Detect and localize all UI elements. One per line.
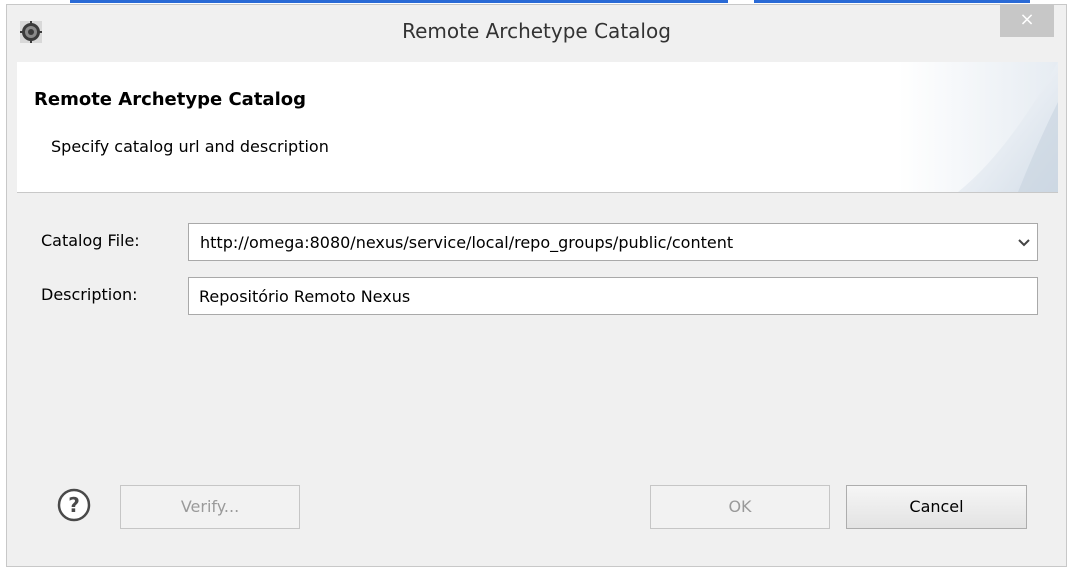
chevron-down-icon[interactable] [1017,236,1031,250]
catalog-file-value: http://omega:8080/nexus/service/local/re… [200,233,734,252]
verify-button[interactable]: Verify... [120,485,300,529]
cancel-button[interactable]: Cancel [846,485,1027,529]
dialog-window: Remote Archetype Catalog × Remote Archet… [6,4,1067,567]
description-label: Description: [41,285,138,304]
ok-button[interactable]: OK [650,485,830,529]
svg-text:?: ? [68,493,80,517]
title-bar[interactable]: Remote Archetype Catalog × [7,5,1066,58]
page-title: Remote Archetype Catalog [34,89,306,110]
top-link-underline [70,0,1030,3]
help-icon[interactable]: ? [57,488,91,522]
banner-decoration [898,62,1058,192]
description-field[interactable] [188,277,1038,315]
page-description: Specify catalog url and description [51,137,329,156]
window-title: Remote Archetype Catalog [402,19,671,43]
catalog-file-label: Catalog File: [41,231,140,250]
page: Remote Archetype Catalog × Remote Archet… [0,0,1071,571]
close-button[interactable]: × [1000,5,1054,37]
header-banner: Remote Archetype Catalog Specify catalog… [17,62,1058,193]
catalog-file-combo[interactable]: http://omega:8080/nexus/service/local/re… [188,223,1038,261]
top-link-gap [728,0,754,3]
